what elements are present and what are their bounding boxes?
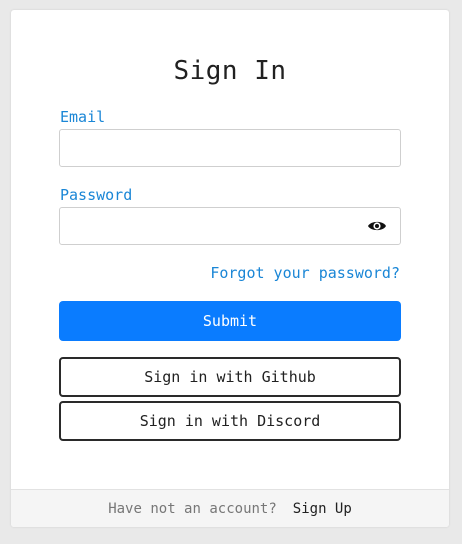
password-label: Password: [60, 186, 133, 204]
email-label: Email: [60, 108, 106, 126]
submit-button[interactable]: Submit: [59, 301, 401, 341]
email-field[interactable]: [59, 129, 401, 167]
footer: Have not an account? Sign Up: [11, 489, 449, 527]
forgot-password-link[interactable]: Forgot your password?: [210, 264, 400, 282]
sign-in-card: Sign In Email Password Forgot your passw…: [11, 10, 449, 527]
page-title: Sign In: [173, 56, 287, 86]
password-field[interactable]: [59, 207, 401, 245]
discord-signin-button[interactable]: Sign in with Discord: [59, 401, 401, 441]
github-signin-button[interactable]: Sign in with Github: [59, 357, 401, 397]
eye-icon[interactable]: [367, 217, 387, 235]
signup-link[interactable]: Sign Up: [293, 501, 352, 517]
signup-prompt: Have not an account?: [108, 501, 277, 517]
